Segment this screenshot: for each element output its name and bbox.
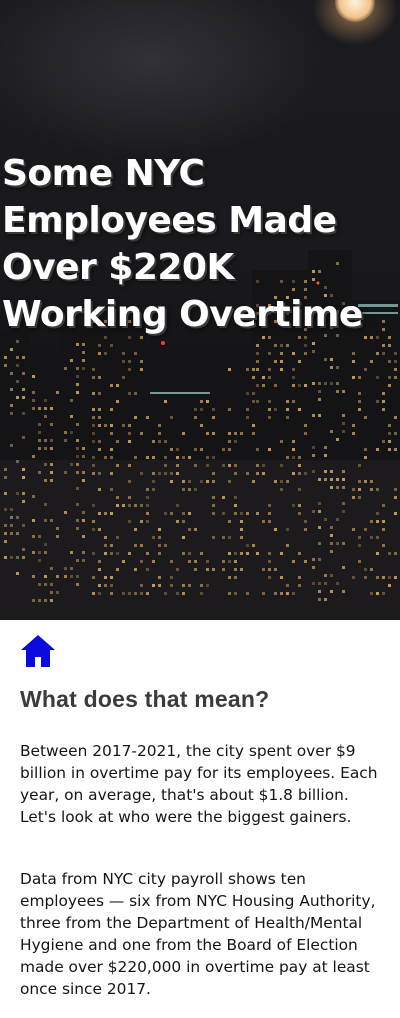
section-heading: What does that mean?: [20, 686, 270, 712]
article-paragraph: Between 2017-2021, the city spent over $…: [20, 742, 378, 826]
home-icon: [21, 635, 55, 667]
article-paragraph: Data from NYC city payroll shows ten emp…: [20, 870, 376, 998]
home-button[interactable]: [20, 634, 56, 668]
hero-banner: Some NYC Employees Made Over $220K Worki…: [0, 0, 400, 620]
hero-title: Some NYC Employees Made Over $220K Worki…: [2, 153, 363, 335]
